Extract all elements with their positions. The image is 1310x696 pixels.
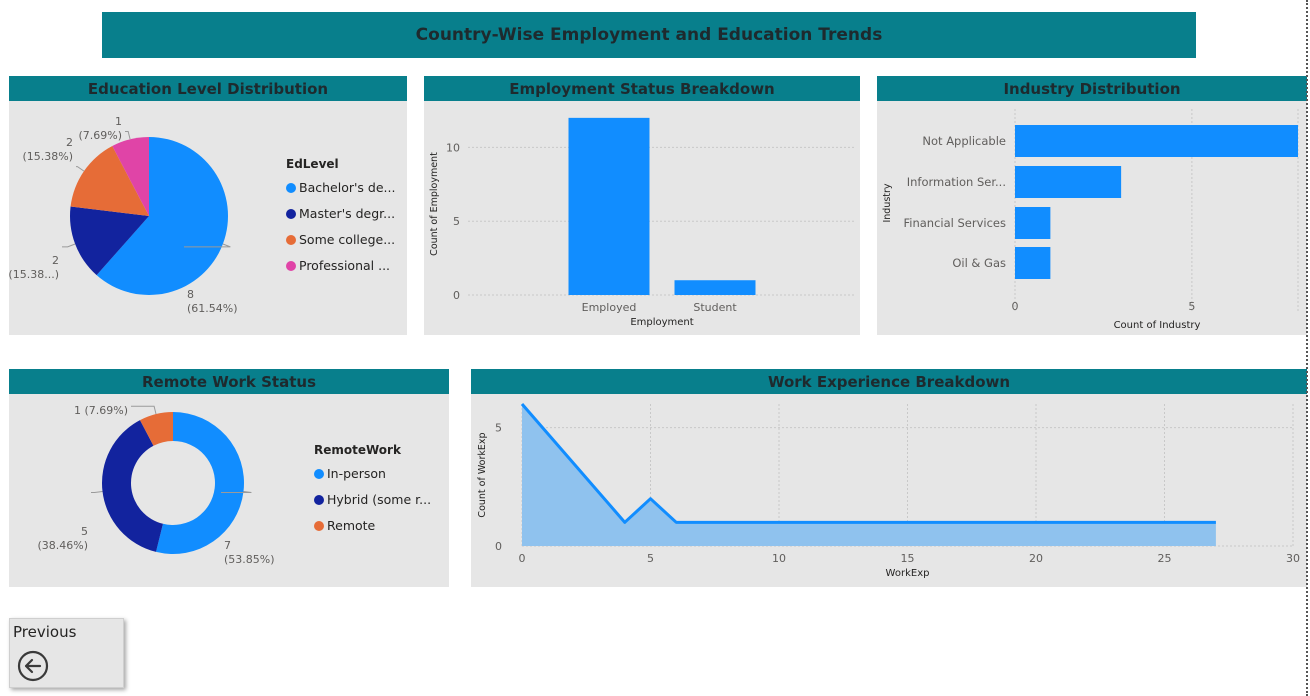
svg-education-legend-marker-2 (286, 235, 296, 245)
industry-ytick-3: Oil & Gas (952, 256, 1006, 270)
svg-remote-pct-label-1: (38.46%) (37, 539, 88, 552)
svg-education-pct-label-3: (7.69%) (78, 129, 122, 142)
svg-remote-leader-2 (131, 405, 157, 415)
industry-ytick-1: Information Ser... (907, 175, 1006, 189)
svg-education-data-label-0: 8 (187, 288, 194, 301)
industry-ytick-2: Financial Services (903, 216, 1006, 230)
workexp-xtick-2: 10 (772, 552, 786, 565)
employment-bar-chart[interactable]: 0 5 10 Employed StudentEmployment Count of Em… (424, 101, 860, 335)
workexp-xtick-5: 25 (1158, 552, 1172, 565)
svg-education-pct-label-1: (15.38...) (9, 268, 59, 281)
employment-chart-title: Employment Status Breakdown (424, 76, 860, 101)
svg-remote-legend-item-0: In-person (327, 466, 386, 481)
employment-bar-0 (568, 117, 650, 295)
workexp-xtick-4: 20 (1029, 552, 1043, 565)
industry-xtick-1: 5 (1188, 300, 1195, 313)
svg-education-data-label-2: 2 (66, 136, 73, 149)
previous-label: Previous (13, 623, 77, 641)
svg-remote-pct-label-0: (53.85%) (224, 553, 275, 566)
svg-education-leader-1 (62, 243, 76, 248)
workexp-ylabel: Count of WorkExp (477, 432, 488, 517)
employment-ytick-2: 10 (446, 141, 460, 154)
workexp-ytick-1: 5 (495, 422, 502, 435)
svg-remote-legend-marker-2 (314, 521, 324, 531)
industry-xlabel: Count of Industry (1114, 320, 1201, 331)
employment-ylabel: Count of Employment (429, 152, 440, 256)
industry-bar-0 (1015, 125, 1298, 157)
svg-education-legend-marker-3 (286, 261, 296, 271)
industry-bar-3 (1015, 247, 1051, 279)
svg-education-leader-2 (76, 166, 85, 172)
industry-bar-chart[interactable]: Not Applicable Information Ser... Financia… (877, 101, 1307, 335)
report-title-banner: Country-Wise Employment and Education Tr… (102, 12, 1196, 58)
back-arrow-icon (17, 650, 49, 682)
workexp-chart-title: Work Experience Breakdown (471, 369, 1307, 394)
workexp-area-fill (522, 404, 1216, 546)
svg-remote-legend-title: RemoteWork (314, 443, 402, 457)
svg-education-data-label-3: 1 (115, 115, 122, 128)
svg-education-legend-item-3: Professional ... (299, 258, 390, 273)
industry-bar-2 (1015, 207, 1051, 239)
report-title: Country-Wise Employment and Education Tr… (415, 25, 883, 45)
industry-chart-title: Industry Distribution (877, 76, 1307, 101)
education-pie-chart[interactable]: 8(61.54%)2(15.38...)2(15.38%)1(7.69%)EdL… (9, 101, 407, 335)
svg-education-pct-label-0: (61.54%) (187, 302, 238, 315)
svg-education-leader-3 (125, 131, 131, 140)
svg-education-legend-item-1: Master's degr... (299, 206, 395, 221)
employment-xtick-1: Student (693, 301, 737, 314)
workexp-ytick-0: 0 (495, 540, 502, 553)
svg-remote-legend-item-1: Hybrid (some r... (327, 492, 431, 507)
svg-education-legend-marker-0 (286, 183, 296, 193)
workexp-xtick-0: 0 (519, 552, 526, 565)
industry-xtick-0: 0 (1012, 300, 1019, 313)
svg-remote-data-label-2: 1 (7.69%) (74, 404, 128, 417)
industry-ylabel: Industry (882, 183, 893, 222)
svg-remote-legend-marker-1 (314, 495, 324, 505)
remote-donut-chart[interactable]: 7(53.85%) 5(38.46%) 1 (7.69%) RemoteWork In-… (9, 394, 449, 587)
workexp-xtick-6: 30 (1286, 552, 1300, 565)
employment-xlabel: Employment (630, 317, 693, 328)
svg-education-legend-marker-1 (286, 209, 296, 219)
svg-education-legend-item-0: Bachelor's de... (299, 180, 395, 195)
workexp-xtick-1: 5 (647, 552, 654, 565)
industry-bar-1 (1015, 166, 1122, 198)
employment-xtick-0: Employed (582, 301, 637, 314)
svg-education-pct-label-2: (15.38%) (22, 150, 73, 163)
page-edge-border (1306, 0, 1308, 696)
svg-education-legend-title: EdLevel (286, 157, 339, 171)
employment-status-card[interactable]: Employment Status Breakdown 0 5 10 Employed… (424, 76, 860, 335)
industry-ytick-0: Not Applicable (922, 134, 1006, 148)
employment-ytick-1: 5 (453, 215, 460, 228)
workexp-xlabel: WorkExp (886, 568, 930, 579)
education-level-card[interactable]: Education Level Distribution 8 (61.54%) 2(… (9, 76, 407, 335)
svg-remote-legend-marker-0 (314, 469, 324, 479)
svg-remote-legend-item-2: Remote (327, 518, 376, 533)
svg-remote-data-label-1: 5 (81, 525, 88, 538)
workexp-line (520, 403, 1216, 524)
employment-ytick-0: 0 (453, 289, 460, 302)
employment-bar-1 (674, 280, 756, 295)
remote-work-card[interactable]: Remote Work Status 7 (53.85%) 5 (38.46%) 1 (… (9, 369, 449, 587)
industry-distribution-card[interactable]: Industry Distribution Not Applicable Info… (877, 76, 1307, 335)
svg-remote-data-label-0: 7 (224, 539, 231, 552)
svg-remote-leader-1 (91, 491, 103, 494)
previous-button[interactable]: Previous (9, 618, 124, 688)
remote-chart-title: Remote Work Status (9, 369, 449, 394)
education-chart-title: Education Level Distribution (9, 76, 407, 101)
svg-education-legend-item-2: Some college... (299, 232, 395, 247)
workexp-xtick-3: 15 (901, 552, 915, 565)
workexp-area-chart[interactable]: 0 5 10 15 20 25 30 0 5 WorkExp Count of WorkExp (471, 394, 1307, 587)
svg-education-data-label-1: 2 (52, 254, 59, 267)
work-experience-card[interactable]: Work Experience Breakdown 0 5 10 15 20 25 30 0 5… (471, 369, 1307, 587)
